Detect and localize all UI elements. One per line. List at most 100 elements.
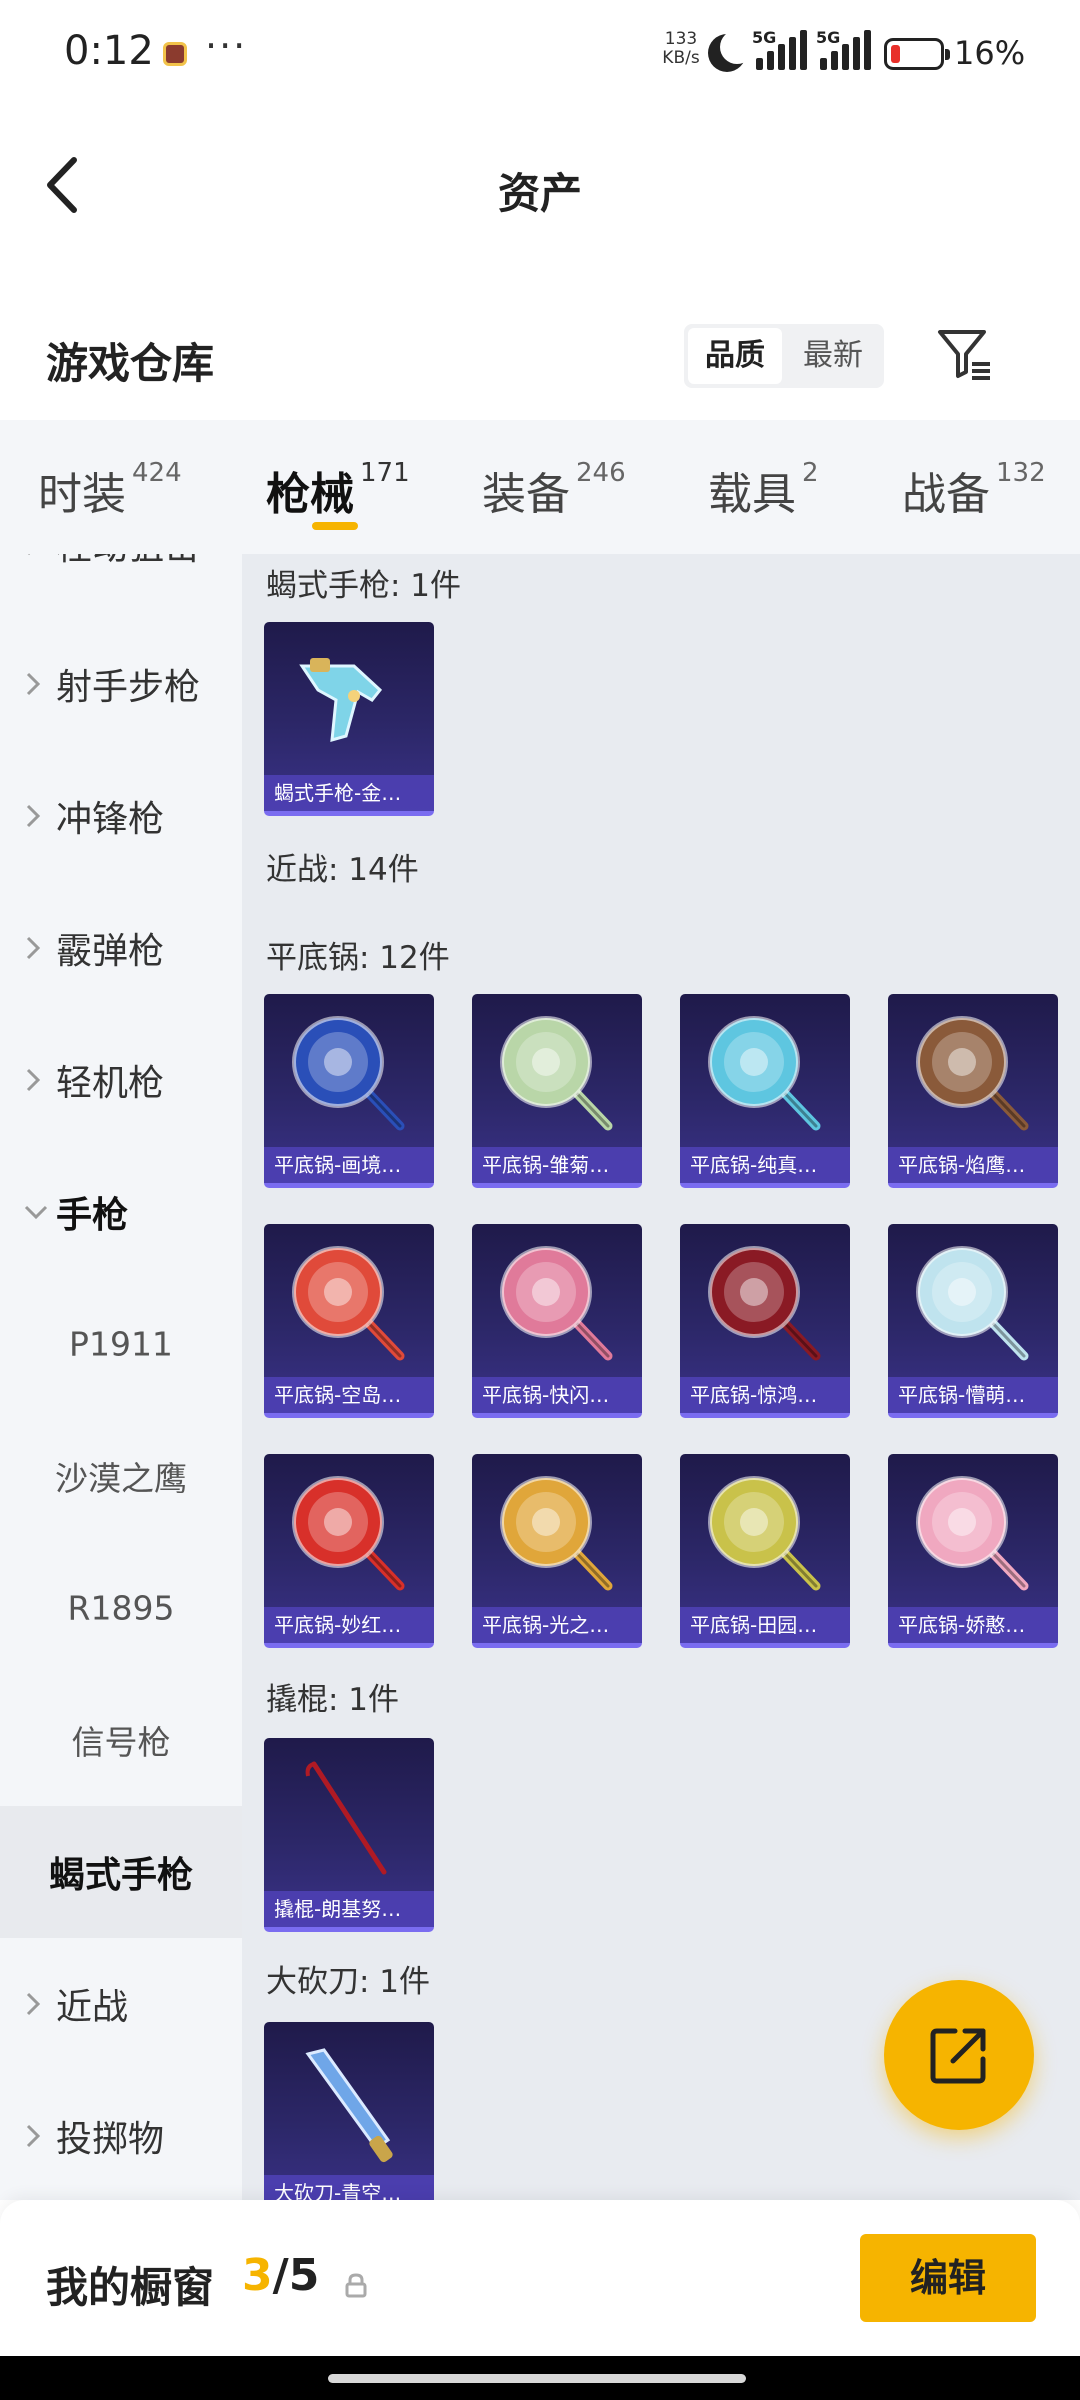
item-name: 平底锅-懵萌… xyxy=(888,1377,1058,1413)
sidebar-item-label: 射手步枪 xyxy=(56,667,201,708)
system-nav-bar xyxy=(0,2356,1080,2400)
home-indicator[interactable] xyxy=(328,2374,746,2383)
item-card[interactable]: 平底锅-妙红… xyxy=(264,1454,434,1648)
filter-icon[interactable] xyxy=(932,322,996,386)
chevron-right-icon xyxy=(26,936,41,960)
group-heading: 平底锅: 12件 xyxy=(266,940,450,976)
category-sidebar: 栓动狙击 射手步枪 冲锋枪 霰弹枪 轻机枪 手枪 P1911 沙漠之鹰 R189… xyxy=(0,554,242,2200)
tab-count: 171 xyxy=(360,458,410,488)
tab-vehicles[interactable]: 载具 2 xyxy=(708,458,819,522)
frying-pan-icon xyxy=(292,1476,405,1591)
item-card[interactable]: 平底锅-雏菊… xyxy=(472,994,642,1188)
item-name: 平底锅-空岛… xyxy=(264,1377,434,1413)
sidebar-item-scorpion[interactable]: 蝎式手枪 xyxy=(0,1806,242,1938)
sidebar-item-pistol[interactable]: 手枪 xyxy=(0,1146,242,1278)
item-card[interactable]: 平底锅-惊鸿… xyxy=(680,1224,850,1418)
item-card[interactable]: 平底锅-田园… xyxy=(680,1454,850,1648)
sort-newest-button[interactable]: 最新 xyxy=(786,328,880,384)
tab-label: 战备 xyxy=(902,469,990,520)
sidebar-item-label: 霰弹枪 xyxy=(56,931,165,972)
item-name: 平底锅-娇憨… xyxy=(888,1607,1058,1643)
item-card[interactable]: 平底锅-画境… xyxy=(264,994,434,1188)
edit-button[interactable]: 编辑 xyxy=(860,2234,1036,2322)
showcase-count-total: /5 xyxy=(272,2250,320,2301)
chevron-right-icon xyxy=(26,2124,41,2148)
sidebar-item-bolt-sniper[interactable]: 栓动狙击 xyxy=(0,554,242,610)
sidebar-item-smg[interactable]: 冲锋枪 xyxy=(0,750,242,882)
sort-quality-button[interactable]: 品质 xyxy=(688,328,782,384)
item-name: 撬棍-朗基努… xyxy=(264,1891,434,1927)
group-heading: 近战: 14件 xyxy=(266,852,419,888)
tab-equipment[interactable]: 装备 246 xyxy=(482,458,626,522)
sidebar-item-label: 信号枪 xyxy=(71,1723,171,1762)
sidebar-item-melee[interactable]: 近战 xyxy=(0,1938,242,2070)
chevron-right-icon xyxy=(26,1068,41,1092)
sidebar-item-label: P1911 xyxy=(69,1324,173,1364)
status-bar: 0:12 ··· 133 KB/s 5G 5G 16% xyxy=(0,0,1080,110)
frying-pan-icon xyxy=(916,1016,1029,1131)
item-name: 平底锅-雏菊… xyxy=(472,1147,642,1183)
sidebar-item-r1895[interactable]: R1895 xyxy=(0,1542,242,1674)
item-name: 平底锅-快闪… xyxy=(472,1377,642,1413)
item-card[interactable]: 平底锅-娇憨… xyxy=(888,1454,1058,1648)
item-name: 平底锅-田园… xyxy=(680,1607,850,1643)
chevron-right-icon xyxy=(26,672,41,696)
frying-pan-icon xyxy=(292,1246,405,1361)
group-heading: 大砍刀: 1件 xyxy=(266,1964,431,2000)
signal-label: 5G xyxy=(816,28,841,47)
showcase-label: 我的橱窗 xyxy=(46,2263,215,2312)
showcase-count-current: 3 xyxy=(242,2250,273,2301)
sidebar-item-marksman-rifle[interactable]: 射手步枪 xyxy=(0,618,242,750)
group-heading: 蝎式手枪: 1件 xyxy=(266,568,462,604)
item-name: 平底锅-惊鸿… xyxy=(680,1377,850,1413)
item-grid: 蝎式手枪: 1件 蝎式手枪-金… 近战: 14件 平底锅: 12件 平底锅-画境… xyxy=(242,554,1080,2200)
sidebar-item-p1911[interactable]: P1911 xyxy=(0,1278,242,1410)
frying-pan-icon xyxy=(916,1246,1029,1361)
battery-icon xyxy=(884,38,950,70)
active-tab-indicator xyxy=(312,522,358,530)
battery-percent: 16% xyxy=(954,34,1026,72)
network-speed-unit: KB/s xyxy=(662,48,700,68)
sidebar-item-throwables[interactable]: 投掷物 xyxy=(0,2070,242,2200)
item-name: 平底锅-妙红… xyxy=(264,1607,434,1643)
sidebar-item-lmg[interactable]: 轻机枪 xyxy=(0,1014,242,1146)
item-card[interactable]: 平底锅-懵萌… xyxy=(888,1224,1058,1418)
item-card[interactable]: 平底锅-快闪… xyxy=(472,1224,642,1418)
item-card[interactable]: 平底锅-空岛… xyxy=(264,1224,434,1418)
sidebar-item-shotgun[interactable]: 霰弹枪 xyxy=(0,882,242,1014)
item-card[interactable]: 平底锅-光之… xyxy=(472,1454,642,1648)
sidebar-item-label: 手枪 xyxy=(56,1195,129,1236)
item-name: 平底锅-光之… xyxy=(472,1607,642,1643)
tab-supplies[interactable]: 战备 132 xyxy=(902,458,1046,522)
sidebar-item-flare-gun[interactable]: 信号枪 xyxy=(0,1674,242,1806)
sidebar-item-label: R1895 xyxy=(67,1588,175,1628)
sidebar-item-desert-eagle[interactable]: 沙漠之鹰 xyxy=(0,1410,242,1542)
chevron-down-icon xyxy=(24,1205,48,1220)
sidebar-item-label: 栓动狙击 xyxy=(56,554,200,570)
sidebar-item-label: 投掷物 xyxy=(56,2119,165,2160)
crowbar-icon xyxy=(305,1761,387,1875)
scorpion-pistol-icon xyxy=(299,658,383,743)
lock-icon xyxy=(345,2273,367,2298)
app-notification-icon xyxy=(163,42,187,66)
sidebar-item-label: 近战 xyxy=(56,1987,129,2028)
tab-fashion[interactable]: 时装 424 xyxy=(38,458,182,522)
share-button[interactable] xyxy=(884,1980,1034,2130)
frying-pan-icon xyxy=(500,1476,613,1591)
tab-label: 载具 xyxy=(708,469,796,520)
item-card[interactable]: 平底锅-纯真… xyxy=(680,994,850,1188)
chevron-right-icon xyxy=(28,554,31,556)
network-speed: 133 KB/s xyxy=(656,30,706,68)
tab-count: 132 xyxy=(996,458,1046,488)
sidebar-item-label: 蝎式手枪 xyxy=(48,1855,193,1896)
tab-label: 时装 xyxy=(38,469,126,520)
sidebar-item-label: 冲锋枪 xyxy=(56,799,165,840)
item-card[interactable]: 大砍刀-青空… xyxy=(264,2022,434,2200)
tab-count: 246 xyxy=(576,458,626,488)
tab-firearms[interactable]: 枪械 171 xyxy=(266,458,410,522)
item-card[interactable]: 平底锅-焰鹰… xyxy=(888,994,1058,1188)
item-card[interactable]: 撬棍-朗基努… xyxy=(264,1738,434,1932)
chevron-right-icon xyxy=(26,804,41,828)
item-card[interactable]: 蝎式手枪-金… xyxy=(264,622,434,816)
page-title: 资产 xyxy=(497,169,582,218)
